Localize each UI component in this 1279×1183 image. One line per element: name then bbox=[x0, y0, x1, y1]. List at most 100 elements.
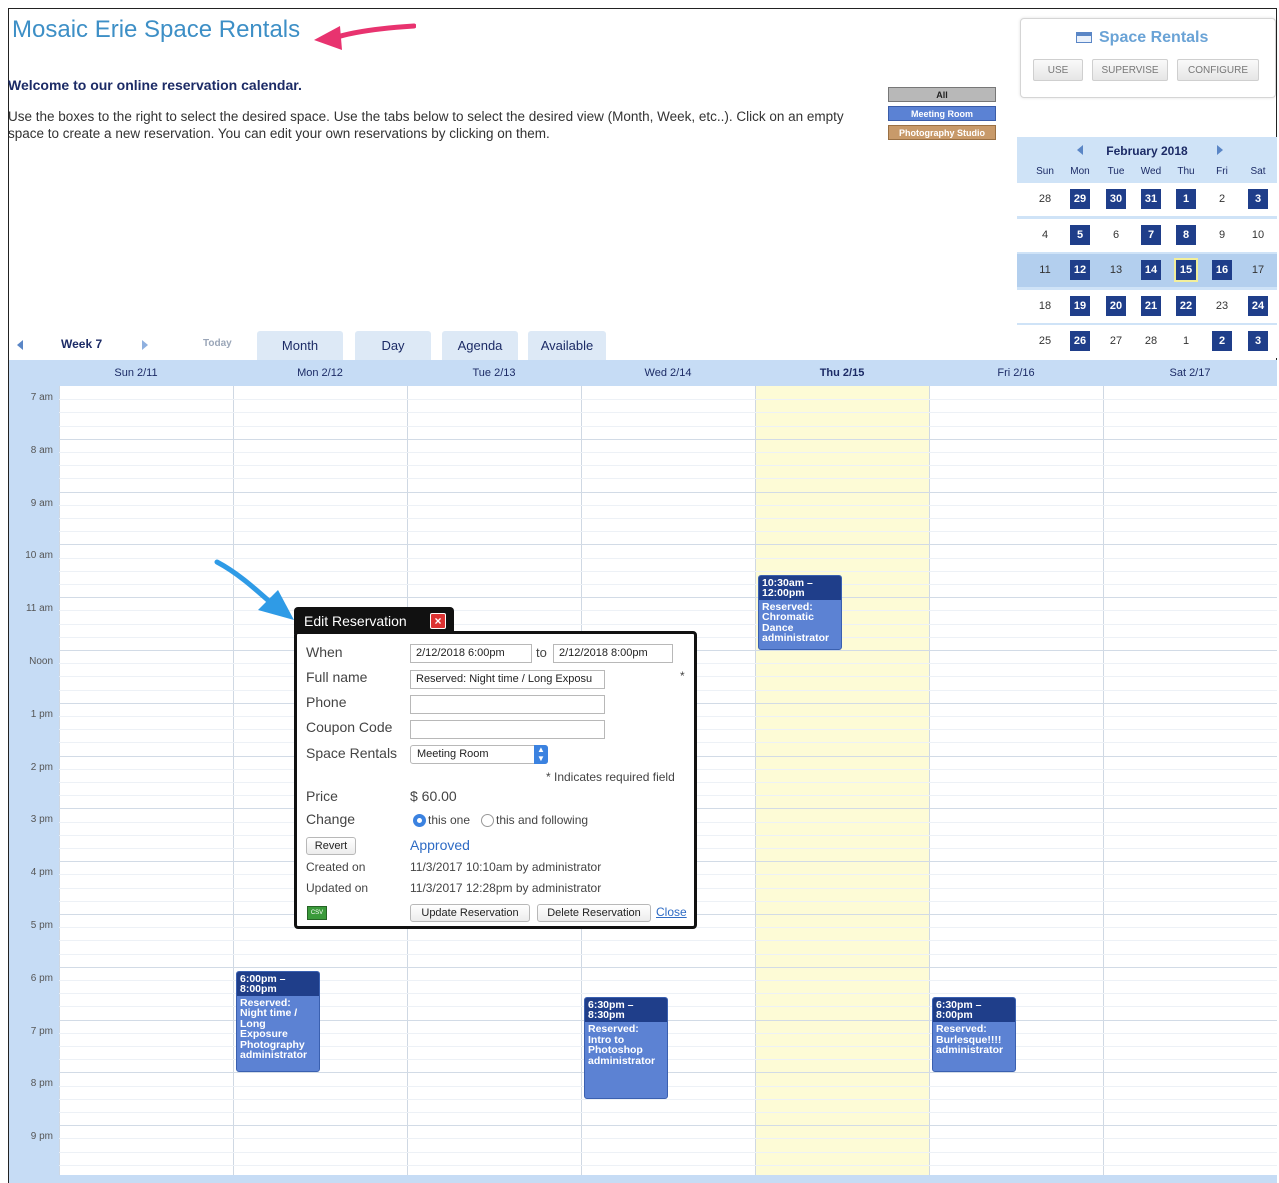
mini-calendar-day[interactable]: 29 bbox=[1070, 189, 1090, 209]
update-reservation-button[interactable]: Update Reservation bbox=[410, 904, 530, 922]
mini-calendar-day[interactable]: 2 bbox=[1212, 331, 1232, 351]
mini-calendar-day[interactable]: 6 bbox=[1106, 225, 1126, 245]
close-icon[interactable]: × bbox=[430, 613, 446, 629]
mini-calendar-week-row[interactable]: 28 29 30 31 1 2 3 bbox=[1017, 183, 1277, 216]
time-label: 8 am bbox=[30, 444, 53, 456]
annotation-arrow-pink bbox=[314, 23, 416, 50]
mini-calendar-day[interactable]: 28 bbox=[1035, 189, 1055, 209]
mini-calendar-day[interactable]: 7 bbox=[1141, 224, 1161, 245]
day-header-3[interactable]: Wed 2/14 bbox=[608, 367, 728, 379]
coupon-code-input[interactable] bbox=[410, 720, 605, 739]
day-header-4[interactable]: Thu 2/15 bbox=[782, 367, 902, 379]
mini-calendar-next-icon[interactable] bbox=[1217, 145, 1223, 155]
day-header-5[interactable]: Fri 2/16 bbox=[956, 367, 1076, 379]
tab-available[interactable]: Available bbox=[528, 331, 606, 360]
phone-input[interactable] bbox=[410, 695, 605, 714]
mini-calendar-day[interactable]: 10 bbox=[1248, 225, 1268, 245]
mini-calendar-day[interactable]: 2 bbox=[1212, 189, 1232, 209]
supervise-button[interactable]: SUPERVISE bbox=[1092, 59, 1168, 81]
day-header-6[interactable]: Sat 2/17 bbox=[1130, 367, 1250, 379]
use-button[interactable]: USE bbox=[1033, 59, 1083, 81]
when-end-input[interactable]: 2/12/2018 8:00pm bbox=[553, 644, 673, 663]
space-select[interactable]: Meeting Room ▲ ▼ bbox=[410, 745, 548, 764]
configure-button[interactable]: CONFIGURE bbox=[1177, 59, 1259, 81]
mini-calendar-day[interactable]: 26 bbox=[1070, 331, 1090, 351]
mini-calendar-day[interactable]: 20 bbox=[1106, 295, 1126, 316]
mini-calendar-day[interactable]: 3 bbox=[1248, 189, 1268, 209]
day-header-2[interactable]: Tue 2/13 bbox=[434, 367, 554, 379]
mini-calendar-dow: Thu bbox=[1177, 166, 1195, 177]
mini-calendar-day[interactable]: 30 bbox=[1106, 189, 1126, 209]
mini-calendar-day[interactable]: 19 bbox=[1070, 295, 1090, 316]
mini-calendar-day[interactable]: 23 bbox=[1212, 296, 1232, 316]
reservation-event[interactable]: 6:00pm – 8:00pm Reserved: Night time / Lo… bbox=[236, 970, 320, 1073]
radio-this-and-following[interactable] bbox=[481, 814, 494, 827]
radio-this-one[interactable] bbox=[413, 814, 426, 827]
today-link[interactable]: Today bbox=[203, 338, 232, 349]
mini-calendar-day[interactable]: 12 bbox=[1070, 260, 1090, 280]
mini-calendar-day[interactable]: 1 bbox=[1176, 189, 1196, 209]
quarter-line bbox=[59, 504, 1277, 506]
day-header-0[interactable]: Sun 2/11 bbox=[76, 367, 196, 379]
mini-calendar-week-row[interactable]: 11 12 13 14 15 16 17 bbox=[1017, 254, 1277, 287]
tab-day[interactable]: Day bbox=[355, 331, 431, 360]
time-label: 9 am bbox=[30, 497, 53, 509]
event-title: Reserved: Night time / Long Exposure Pho… bbox=[240, 996, 308, 1062]
reservation-event[interactable]: 6:30pm – 8:30pm Reserved: Intro to Photos… bbox=[584, 997, 668, 1099]
mini-calendar-day[interactable]: 31 bbox=[1141, 189, 1161, 209]
mini-calendar-day[interactable]: 22 bbox=[1176, 295, 1196, 316]
filter-photography-studio[interactable]: Photography Studio bbox=[888, 125, 996, 140]
mini-calendar-day[interactable]: 21 bbox=[1141, 295, 1161, 316]
mini-calendar-day[interactable]: 27 bbox=[1106, 331, 1126, 351]
mini-calendar-day[interactable]: 25 bbox=[1035, 331, 1055, 351]
select-arrows-icon: ▲ ▼ bbox=[534, 745, 548, 764]
mini-calendar-day[interactable]: 24 bbox=[1248, 295, 1268, 316]
quarter-line bbox=[59, 1098, 1277, 1100]
filter-meeting-room[interactable]: Meeting Room bbox=[888, 106, 996, 121]
mini-calendar-day[interactable]: 28 bbox=[1141, 331, 1161, 351]
when-start-input[interactable]: 2/12/2018 6:00pm bbox=[410, 644, 532, 663]
revert-button[interactable]: Revert bbox=[306, 837, 356, 855]
price-label: Price bbox=[306, 788, 338, 804]
reservation-event[interactable]: 6:30pm – 8:00pm Reserved: Burlesque!!!! a… bbox=[932, 997, 1016, 1073]
hour-line bbox=[59, 544, 1277, 546]
event-time: 10:30am – 12:00pm bbox=[759, 575, 841, 600]
mini-calendar-day[interactable]: 4 bbox=[1035, 225, 1055, 245]
tab-agenda[interactable]: Agenda bbox=[442, 331, 518, 360]
delete-reservation-button[interactable]: Delete Reservation bbox=[537, 904, 651, 922]
mini-calendar-day[interactable]: 13 bbox=[1106, 260, 1126, 280]
hour-line bbox=[59, 491, 1277, 493]
close-link[interactable]: Close bbox=[656, 905, 687, 919]
csv-export-icon[interactable]: CSV bbox=[307, 906, 327, 920]
mini-calendar: February 2018 Sun Mon Tue Wed Thu Fri Sat 28 29 3… bbox=[1017, 137, 1277, 358]
mini-calendar-week-row[interactable]: 4 5 6 7 8 9 10 bbox=[1017, 218, 1277, 252]
tab-month[interactable]: Month bbox=[257, 331, 343, 360]
prev-week-icon[interactable] bbox=[17, 340, 23, 350]
mini-calendar-day[interactable]: 14 bbox=[1141, 260, 1161, 280]
mini-calendar-week-row[interactable]: 18 19 20 21 22 23 24 bbox=[1017, 289, 1277, 323]
price-value: $ 60.00 bbox=[410, 788, 457, 804]
next-week-icon[interactable] bbox=[142, 340, 148, 350]
day-header-1[interactable]: Mon 2/12 bbox=[260, 367, 380, 379]
time-label: 9 pm bbox=[30, 1131, 53, 1143]
instructions-text: Use the boxes to the right to select the… bbox=[8, 109, 844, 141]
mini-calendar-day[interactable]: 5 bbox=[1070, 224, 1090, 245]
mini-calendar-week-row[interactable]: 25 26 27 28 1 2 3 bbox=[1017, 325, 1277, 358]
change-label: Change bbox=[306, 811, 356, 827]
mini-calendar-day[interactable]: 1 bbox=[1176, 331, 1196, 351]
mini-calendar-day[interactable]: 18 bbox=[1035, 296, 1055, 316]
reservation-event[interactable]: 10:30am – 12:00pm Reserved: Chromatic Dan… bbox=[758, 574, 842, 650]
mini-calendar-day[interactable]: 17 bbox=[1248, 260, 1268, 280]
filter-all[interactable]: All bbox=[888, 87, 996, 102]
full-name-input[interactable]: Reserved: Night time / Long Exposu bbox=[410, 670, 605, 689]
event-title: Reserved: Chromatic Dance administrator bbox=[762, 600, 830, 645]
mini-calendar-day[interactable]: 16 bbox=[1212, 260, 1232, 280]
quarter-line bbox=[59, 399, 1277, 401]
mini-calendar-day[interactable]: 9 bbox=[1212, 225, 1232, 245]
mini-calendar-day[interactable]: 3 bbox=[1248, 331, 1268, 351]
space-rentals-title: Space Rentals bbox=[1099, 29, 1209, 46]
mini-calendar-day[interactable]: 8 bbox=[1176, 224, 1196, 245]
mini-calendar-day[interactable]: 15 bbox=[1174, 258, 1198, 282]
event-time: 6:30pm – 8:00pm bbox=[933, 998, 1015, 1023]
mini-calendar-day[interactable]: 11 bbox=[1035, 260, 1055, 280]
